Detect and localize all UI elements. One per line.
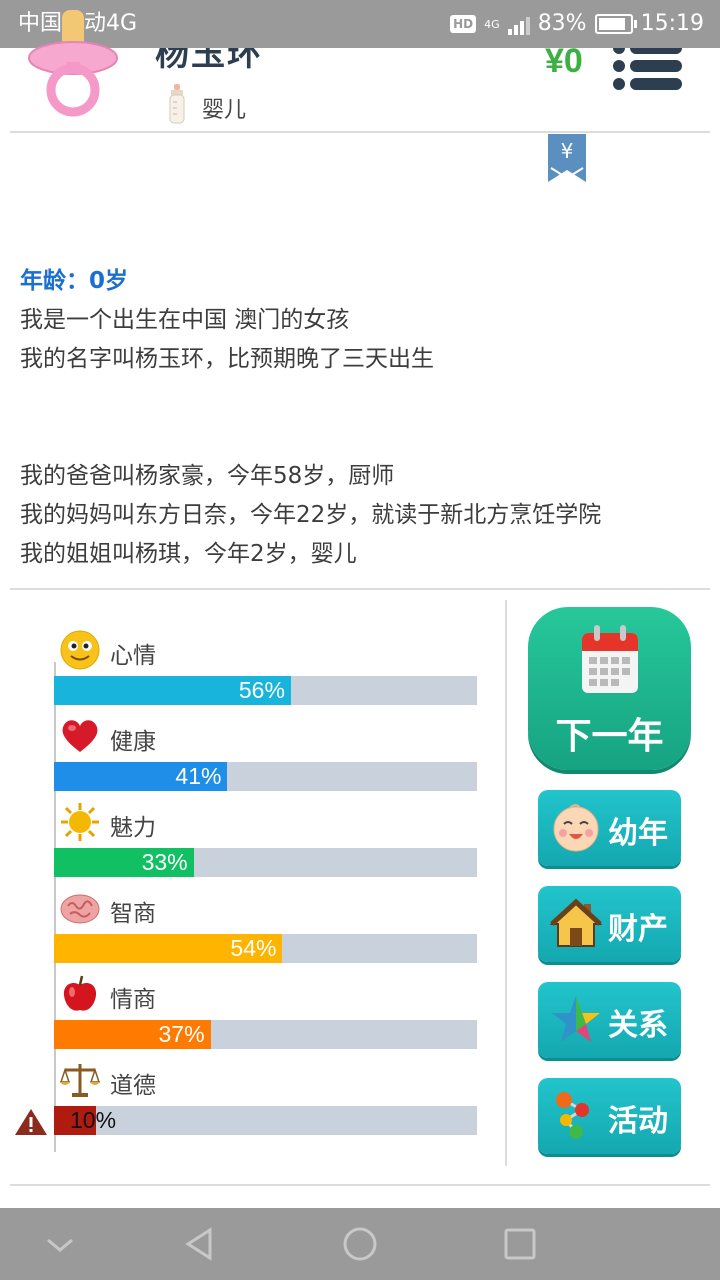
stat-percent: 37% bbox=[158, 1021, 205, 1047]
status-icons: HD 4G 83% 15:19 bbox=[450, 0, 704, 48]
property-button[interactable]: 财产 bbox=[538, 886, 681, 962]
stat-percent: 41% bbox=[175, 763, 222, 789]
stat-percent: 54% bbox=[230, 935, 277, 961]
battery-percent: 83% bbox=[537, 11, 587, 36]
story-line: 我的妈妈叫东方日奈，今年22岁，就读于新北方烹饪学院 bbox=[20, 502, 602, 528]
stat-bar: 37% bbox=[54, 1020, 477, 1049]
stat-morality: 道德 10% bbox=[54, 1060, 478, 1146]
bottom-divider bbox=[10, 1184, 710, 1186]
svg-text:¥: ¥ bbox=[561, 139, 574, 163]
panel-divider bbox=[505, 600, 507, 1166]
clock: 15:19 bbox=[640, 11, 704, 36]
activities-label: 活动 bbox=[608, 1104, 668, 1139]
stat-percent: 56% bbox=[238, 677, 285, 703]
story-line: 我是一个出生在中国 澳门的女孩 bbox=[20, 307, 350, 333]
back-icon[interactable] bbox=[180, 1224, 220, 1264]
smiley-icon bbox=[60, 630, 100, 670]
stat-percent: 10% bbox=[70, 1107, 117, 1133]
money-bookmark-icon[interactable]: ¥ bbox=[548, 134, 586, 184]
pacifier-avatar-icon[interactable] bbox=[28, 10, 118, 120]
stat-bar: 54% bbox=[54, 934, 477, 963]
stat-percent: 33% bbox=[141, 849, 188, 875]
stat-charm: 魅力 33% bbox=[54, 802, 478, 888]
warning-icon bbox=[15, 1109, 47, 1135]
childhood-button[interactable]: 幼年 bbox=[538, 790, 681, 866]
baby-face-icon bbox=[553, 804, 599, 852]
battery-icon bbox=[594, 14, 637, 34]
stat-bar: 10% bbox=[54, 1106, 477, 1135]
relations-button[interactable]: 关系 bbox=[538, 982, 681, 1058]
star-icon bbox=[552, 996, 600, 1042]
baby-bottle-icon bbox=[169, 84, 185, 124]
story-line: 我的爸爸叫杨家豪，今年58岁，厨师 bbox=[20, 463, 395, 489]
home-icon[interactable] bbox=[340, 1224, 380, 1264]
hd-icon: HD bbox=[450, 15, 477, 33]
stat-label: 道德 bbox=[110, 1073, 156, 1099]
childhood-label: 幼年 bbox=[608, 816, 668, 851]
apple-icon bbox=[63, 975, 97, 1011]
stat-label: 智商 bbox=[110, 901, 156, 927]
stat-eq: 情商 37% bbox=[54, 974, 478, 1060]
stat-bar: 41% bbox=[54, 762, 477, 791]
next-year-label: 下一年 bbox=[555, 716, 664, 757]
stat-mood: 心情 56% bbox=[54, 630, 478, 716]
stat-label: 情商 bbox=[110, 987, 156, 1013]
recents-icon[interactable] bbox=[500, 1224, 540, 1264]
header-divider bbox=[10, 131, 710, 133]
signal-icon bbox=[507, 13, 530, 35]
stat-label: 魅力 bbox=[110, 815, 156, 841]
stat-iq: 智商 54% bbox=[54, 888, 478, 974]
system-nav-bar bbox=[0, 1208, 720, 1280]
story-line: 我的姐姐叫杨琪，今年2岁，婴儿 bbox=[20, 541, 357, 567]
calendar-icon bbox=[582, 625, 638, 693]
heart-icon bbox=[62, 720, 98, 752]
activities-button[interactable]: 活动 bbox=[538, 1078, 681, 1154]
stat-label: 心情 bbox=[110, 643, 156, 669]
stat-label: 健康 bbox=[110, 729, 156, 755]
stat-health: 健康 41% bbox=[54, 716, 478, 802]
sun-icon bbox=[61, 803, 99, 841]
age-line: 年龄：0岁 bbox=[20, 268, 129, 294]
stat-bar: 56% bbox=[54, 676, 477, 705]
brain-icon bbox=[60, 894, 100, 924]
stat-bar: 33% bbox=[54, 848, 477, 877]
next-year-button[interactable]: 下一年 bbox=[528, 607, 691, 770]
house-icon bbox=[550, 898, 602, 947]
network-label: 4G bbox=[484, 17, 500, 31]
chevron-down-icon[interactable] bbox=[40, 1224, 80, 1264]
activities-dots-icon bbox=[556, 1092, 589, 1139]
life-stage: 婴儿 bbox=[202, 98, 247, 123]
relations-label: 关系 bbox=[608, 1008, 668, 1043]
section-divider bbox=[10, 588, 710, 590]
story-log: 年龄：0岁 我是一个出生在中国 澳门的女孩 我的名字叫杨玉环，比预期晚了三天出生… bbox=[20, 262, 710, 574]
property-label: 财产 bbox=[608, 912, 668, 947]
scales-icon bbox=[60, 1064, 100, 1097]
story-line: 我的名字叫杨玉环，比预期晚了三天出生 bbox=[20, 346, 434, 372]
